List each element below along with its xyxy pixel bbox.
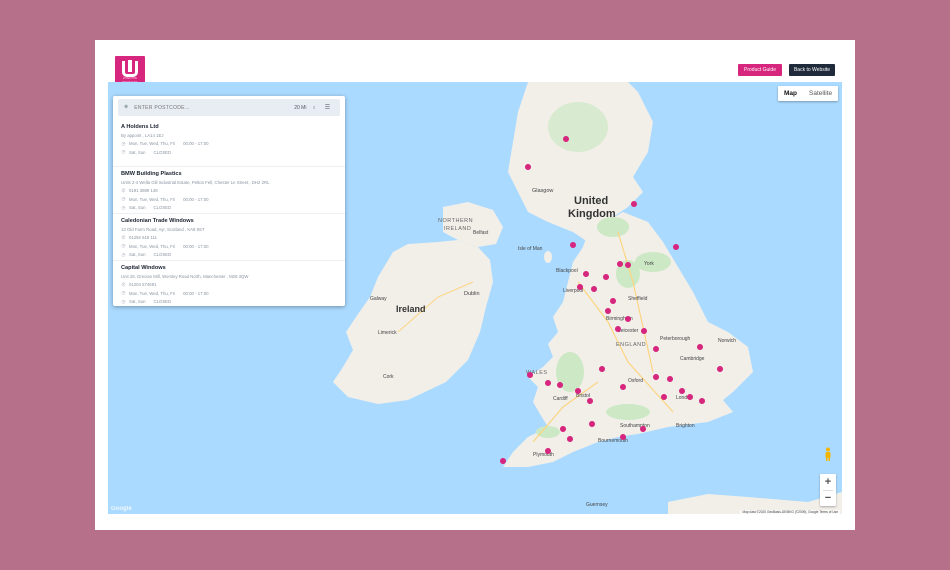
clock-icon: ◷ xyxy=(121,204,126,210)
label-york: York xyxy=(644,261,654,267)
store-phone[interactable]: ✆ 0191 3889 148 xyxy=(121,188,337,194)
google-logo[interactable]: Google xyxy=(111,506,132,512)
map-attribution[interactable]: Map data ©2020 GeoBasis-DE/BKG (©2009), … xyxy=(740,510,840,514)
label-limerick: Limerick xyxy=(378,330,397,336)
label-brighton: Brighton xyxy=(676,423,695,429)
clock-icon: ◷ xyxy=(121,140,126,146)
ireland-land xyxy=(333,240,493,404)
map-type-toggle[interactable]: Map Satellite xyxy=(778,86,839,101)
label-ni: NORTHERN xyxy=(438,218,473,224)
label-belfast: Belfast xyxy=(473,230,489,236)
park-area xyxy=(606,404,650,420)
label-leicester: Leicester xyxy=(618,328,639,334)
label-ireland: Ireland xyxy=(396,304,426,314)
clock-icon: ◷ xyxy=(121,243,126,249)
zoom-out-button[interactable]: − xyxy=(820,490,836,506)
phone-icon: ✆ xyxy=(121,187,126,193)
store-weekend-hours: ◷ Sat, Sun CLOSED xyxy=(121,204,172,211)
store-weekday-hours: ◷ Mon, Tue, Wed, Thu, Fri 00:00 - 17:00 xyxy=(121,196,209,202)
store-address: 13 Old Farm Road, Ayr, Scotland , KA8 9S… xyxy=(121,227,205,232)
label-peterborough: Peterborough xyxy=(660,336,691,342)
postcode-search-bar: ⬥ 20 Mi ⇕ ☰ xyxy=(118,99,340,116)
park-area xyxy=(536,426,560,438)
store-marker[interactable] xyxy=(631,201,638,213)
store-weekend-hours: ◷ Sat, Sun CLOSED xyxy=(121,149,172,155)
label-cork: Cork xyxy=(383,374,394,380)
phone-icon: ✆ xyxy=(121,281,126,287)
store-weekday-hours: ◷ Mon, Tue, Wed, Thu, Fri 00:00 - 17:00 xyxy=(121,290,209,296)
label-blackpool: Blackpool xyxy=(556,268,578,274)
label-cambridge: Cambridge xyxy=(680,356,705,362)
logo-bar xyxy=(128,60,132,72)
radius-select[interactable]: 20 Mi xyxy=(294,105,306,111)
label-sheffield: Sheffield xyxy=(628,296,648,302)
store-name: Caledonian Trade Windows xyxy=(121,218,194,224)
store-phone[interactable]: ✆ 01292 619 111 xyxy=(121,235,337,241)
map-type-satellite[interactable]: Satellite xyxy=(803,86,838,101)
label-plymouth: Plymouth xyxy=(533,452,554,458)
label-guernsey: Guernsey xyxy=(586,502,608,508)
store-weekday-hours: ◷ Mon, Tue, Wed, Thu, Fri 00:00 - 17:00 xyxy=(121,140,209,147)
label-norwich: Norwich xyxy=(718,338,736,344)
back-to-website-button[interactable]: Back to Website xyxy=(789,64,835,76)
label-ni-2: IRELAND xyxy=(444,226,471,232)
park-area xyxy=(597,217,629,237)
store-name: A Holdens Ltd xyxy=(121,124,159,130)
clock-icon: ◷ xyxy=(121,298,126,304)
label-glasgow: Glasgow xyxy=(532,188,553,194)
zoom-in-button[interactable]: + xyxy=(820,474,836,490)
store-marker[interactable] xyxy=(570,242,577,254)
store-address: By appoint , LA14 1EJ xyxy=(121,133,164,138)
zoom-control: + − xyxy=(820,474,836,506)
northern-ireland-land xyxy=(443,202,503,247)
list-item[interactable]: BMW Building Plastics Units 2-4 Wella Gi… xyxy=(113,167,345,214)
label-cardiff: Cardiff xyxy=(553,396,568,402)
map-type-map[interactable]: Map xyxy=(778,86,803,101)
clock-icon: ◷ xyxy=(121,290,126,296)
store-name: Capital Windows xyxy=(121,265,166,271)
isle-of-man-land xyxy=(544,251,552,263)
clock-icon: ◷ xyxy=(121,196,126,202)
store-list: A Holdens Ltd By appoint , LA14 1EJ ◷ Mon… xyxy=(113,120,345,306)
label-isle-of-man: Isle of Man xyxy=(518,246,543,252)
location-pin-icon: ⬥ xyxy=(124,104,129,110)
filter-icon[interactable]: ☰ xyxy=(325,104,330,111)
phone-icon: ✆ xyxy=(121,234,126,240)
store-address: Units 2-4 Wella Gill Industrial Estate, … xyxy=(121,180,270,185)
store-weekend-hours: ◷ Sat, Sun CLOSED xyxy=(121,251,172,258)
store-phone[interactable]: ✆ 01204 574691 xyxy=(121,282,337,288)
product-guide-button[interactable]: Product Guide xyxy=(738,64,782,76)
zoom-separator xyxy=(823,490,833,491)
store-marker[interactable] xyxy=(673,244,680,256)
label-galway: Galway xyxy=(370,296,387,302)
store-list-panel: ⬥ 20 Mi ⇕ ☰ A Holdens Ltd By appoint , L… xyxy=(113,96,345,306)
radius-arrows-icon[interactable]: ⇕ xyxy=(312,105,315,110)
label-uk-2: Kingdom xyxy=(568,208,616,220)
clock-icon: ◷ xyxy=(121,251,126,257)
list-item[interactable]: Caledonian Trade Windows 13 Old Farm Roa… xyxy=(113,214,345,261)
store-address: Unit 28, Grecian Mill, Worsley Road Nort… xyxy=(121,274,249,279)
label-oxford: Oxford xyxy=(628,378,643,384)
store-name: BMW Building Plastics xyxy=(121,171,182,177)
store-locator-map[interactable]: United Kingdom Ireland NORTHERN IRELAND … xyxy=(108,82,842,514)
page-frame: WINDOW WIDGETS Product Guide Back to Web… xyxy=(95,40,855,530)
label-dublin: Dublin xyxy=(464,291,480,297)
list-item[interactable]: A Holdens Ltd By appoint , LA14 1EJ ◷ Mon… xyxy=(113,120,345,167)
label-england: ENGLAND xyxy=(616,342,646,348)
park-area xyxy=(548,102,608,152)
postcode-input[interactable] xyxy=(134,104,285,111)
clock-icon: ◷ xyxy=(121,149,126,155)
pegman-icon[interactable] xyxy=(823,447,833,461)
list-item[interactable]: Capital Windows Unit 28, Grecian Mill, W… xyxy=(113,261,345,306)
store-weekend-hours: ◷ Sat, Sun CLOSED xyxy=(121,298,172,305)
store-weekday-hours: ◷ Mon, Tue, Wed, Thu, Fri 00:00 - 17:00 xyxy=(121,243,209,249)
label-uk: United xyxy=(574,195,608,207)
